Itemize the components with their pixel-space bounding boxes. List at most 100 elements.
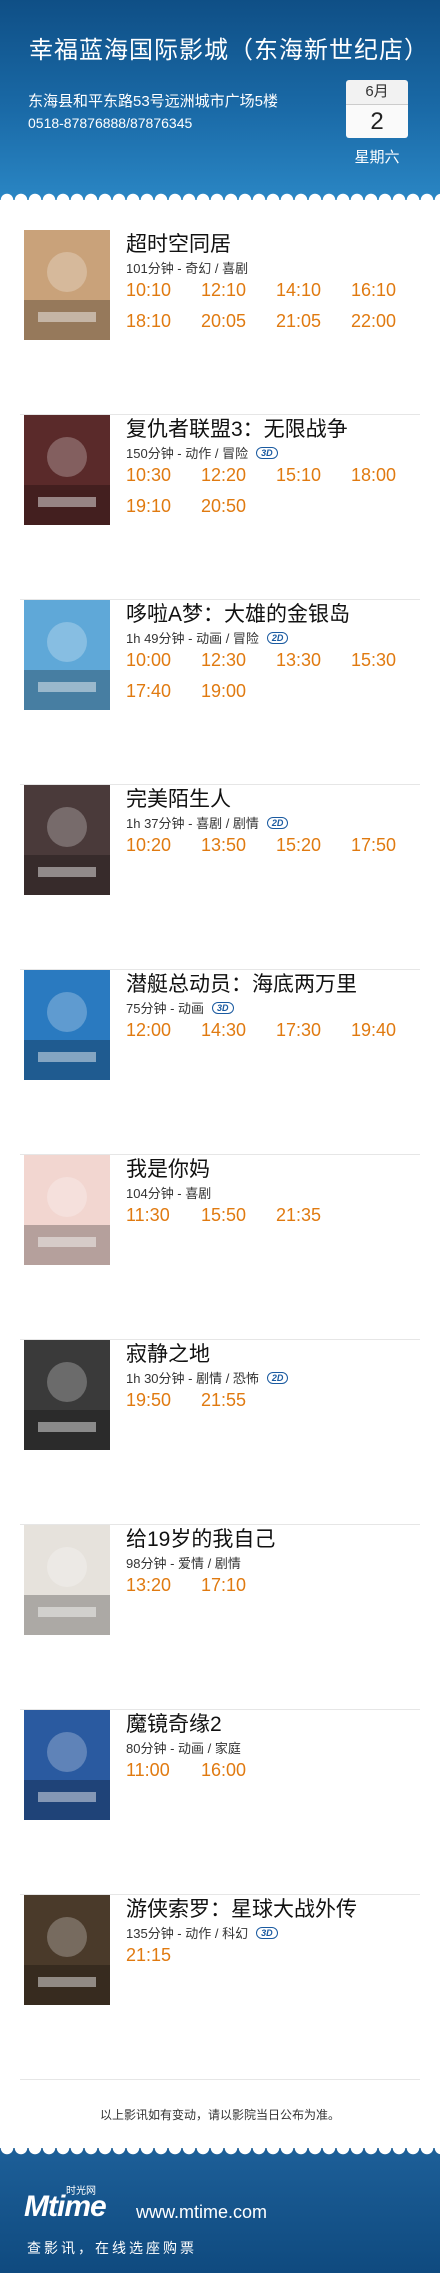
movie-item[interactable]: 超时空同居 101分钟 - 奇幻 / 喜剧 10:10 12:10 14:10 16:10… [20,230,420,415]
showtime[interactable]: 12:20 [201,465,276,486]
movie-duration-genre: 1h 30分钟 - 剧情 / 恐怖 [126,1371,259,1386]
showtime[interactable]: 19:10 [126,496,201,517]
showtime[interactable]: 12:00 [126,1020,201,1041]
date-badge: 6月 2 星期六 [346,80,408,167]
showtime[interactable]: 22:00 [351,311,426,332]
format-badge: 3D [256,446,278,459]
showtime[interactable]: 13:50 [201,835,276,856]
mtime-logo[interactable]: Mtime 时光网 [24,2186,107,2224]
date-weekday: 星期六 [354,149,400,166]
showtime[interactable]: 18:00 [351,465,426,486]
showtime[interactable]: 16:10 [351,280,426,301]
format-badge: 2D [266,1371,289,1384]
footer: Mtime 时光网 www.mtime.com 查影讯，在线选座购票 [0,2148,440,2273]
movie-item[interactable]: 给19岁的我自己 98分钟 - 爱情 / 剧情 13:20 17:10 [20,1525,420,1710]
showtime[interactable]: 10:00 [126,650,201,671]
cinema-phone: 0518-87876888/87876345 [28,115,193,131]
showtime[interactable]: 13:30 [276,650,351,671]
showtime[interactable]: 20:50 [201,496,276,517]
showtime[interactable]: 15:10 [276,465,351,486]
movie-title[interactable]: 游侠索罗：星球大战外传 [126,1893,357,1923]
movie-item[interactable]: 复仇者联盟3：无限战争 150分钟 - 动作 / 冒险 3D 10:30 12:20 15… [20,415,420,600]
movie-title[interactable]: 超时空同居 [126,228,231,258]
cinema-address: 东海县和平东路53号远洲城市广场5楼 [28,93,279,110]
showtime[interactable]: 21:05 [276,311,351,332]
showtime[interactable]: 15:30 [351,650,426,671]
header: 幸福蓝海国际影城（东海新世纪店） 东海县和平东路53号远洲城市广场5楼 0518… [0,0,440,200]
showtime[interactable]: 11:30 [126,1205,201,1226]
movie-title[interactable]: 潜艇总动员：海底两万里 [126,968,357,998]
movie-poster[interactable] [24,785,110,895]
movie-title[interactable]: 寂静之地 [126,1338,210,1368]
footer-scallop-edge [0,2148,440,2166]
date-day: 2 [346,104,408,138]
movie-list: 超时空同居 101分钟 - 奇幻 / 喜剧 10:10 12:10 14:10 16:10… [0,230,440,2080]
movie-title[interactable]: 完美陌生人 [126,783,231,813]
showtime-grid: 10:20 13:50 15:20 17:50 [126,835,426,856]
showtime-grid: 12:00 14:30 17:30 19:40 [126,1020,426,1041]
movie-item[interactable]: 寂静之地 1h 30分钟 - 剧情 / 恐怖 2D 19:50 21:55 [20,1340,420,1525]
movie-title[interactable]: 复仇者联盟3：无限战争 [126,413,348,443]
showtime-grid: 19:50 21:55 [126,1390,426,1411]
movie-meta: 1h 30分钟 - 剧情 / 恐怖 2D [126,1368,289,1387]
showtime[interactable]: 17:50 [351,835,426,856]
showtime[interactable]: 15:50 [201,1205,276,1226]
movie-poster[interactable] [24,230,110,340]
showtime[interactable]: 14:30 [201,1020,276,1041]
showtime[interactable]: 15:20 [276,835,351,856]
movie-title[interactable]: 我是你妈 [126,1153,210,1183]
movie-meta: 101分钟 - 奇幻 / 喜剧 [126,258,248,277]
movie-item[interactable]: 游侠索罗：星球大战外传 135分钟 - 动作 / 科幻 3D 21:15 [20,1895,420,2080]
showtime[interactable]: 12:10 [201,280,276,301]
showtime-grid: 10:10 12:10 14:10 16:10 18:10 20:05 21:05 22:00 [126,280,426,332]
movie-item[interactable]: 完美陌生人 1h 37分钟 - 喜剧 / 剧情 2D 10:20 13:50 15:20 1… [20,785,420,970]
movie-poster[interactable] [24,415,110,525]
movie-poster[interactable] [24,1525,110,1635]
showtime[interactable]: 13:20 [126,1575,201,1596]
showtime[interactable]: 11:00 [126,1760,201,1781]
cinema-name: 幸福蓝海国际影城（东海新世纪店） [29,37,429,64]
showtime[interactable]: 19:40 [351,1020,426,1041]
movie-duration-genre: 101分钟 - 奇幻 / 喜剧 [126,261,249,276]
movie-title[interactable]: 哆啦A梦：大雄的金银岛 [126,598,350,628]
showtime[interactable]: 16:00 [201,1760,276,1781]
movie-duration-genre: 104分钟 - 喜剧 [126,1186,212,1201]
movie-item[interactable]: 潜艇总动员：海底两万里 75分钟 - 动画 3D 12:00 14:30 17:30 19:… [20,970,420,1155]
movie-poster[interactable] [24,970,110,1080]
movie-title[interactable]: 给19岁的我自己 [126,1523,275,1553]
notice-text: 以上影讯如有变动，请以影院当日公布为准。 [99,2108,340,2122]
movie-poster[interactable] [24,1710,110,1820]
showtime[interactable]: 21:35 [276,1205,351,1226]
format-badge: 2D [266,631,289,644]
movie-meta: 150分钟 - 动作 / 冒险 3D [126,443,278,462]
showtime[interactable]: 10:10 [126,280,201,301]
showtime[interactable]: 17:30 [276,1020,351,1041]
logo-cn: 时光网 [66,2186,96,2197]
showtime[interactable]: 19:00 [201,681,276,702]
movie-item[interactable]: 我是你妈 104分钟 - 喜剧 11:30 15:50 21:35 [20,1155,420,1340]
movie-item[interactable]: 哆啦A梦：大雄的金银岛 1h 49分钟 - 动画 / 冒险 2D 10:00 12:30… [20,600,420,785]
showtime[interactable]: 14:10 [276,280,351,301]
showtime-grid: 10:00 12:30 13:30 15:30 17:40 19:00 [126,650,426,702]
showtime[interactable]: 12:30 [201,650,276,671]
movie-duration-genre: 1h 37分钟 - 喜剧 / 剧情 [126,816,259,831]
showtime-grid: 10:30 12:20 15:10 18:00 19:10 20:50 [126,465,426,517]
showtime[interactable]: 20:05 [201,311,276,332]
showtime[interactable]: 21:15 [126,1945,201,1966]
showtime[interactable]: 10:20 [126,835,201,856]
movie-meta: 98分钟 - 爱情 / 剧情 [126,1553,241,1572]
movie-meta: 75分钟 - 动画 3D [126,998,234,1017]
showtime[interactable]: 21:55 [201,1390,276,1411]
movie-item[interactable]: 魔镜奇缘2 80分钟 - 动画 / 家庭 11:00 16:00 [20,1710,420,1895]
movie-poster[interactable] [24,1895,110,2005]
showtime[interactable]: 18:10 [126,311,201,332]
showtime[interactable]: 19:50 [126,1390,201,1411]
movie-title[interactable]: 魔镜奇缘2 [126,1708,222,1738]
showtime[interactable]: 17:40 [126,681,201,702]
site-url-link[interactable]: www.mtime.com [136,2202,267,2223]
movie-poster[interactable] [24,1155,110,1265]
movie-poster[interactable] [24,1340,110,1450]
showtime[interactable]: 10:30 [126,465,201,486]
showtime[interactable]: 17:10 [201,1575,276,1596]
movie-poster[interactable] [24,600,110,710]
